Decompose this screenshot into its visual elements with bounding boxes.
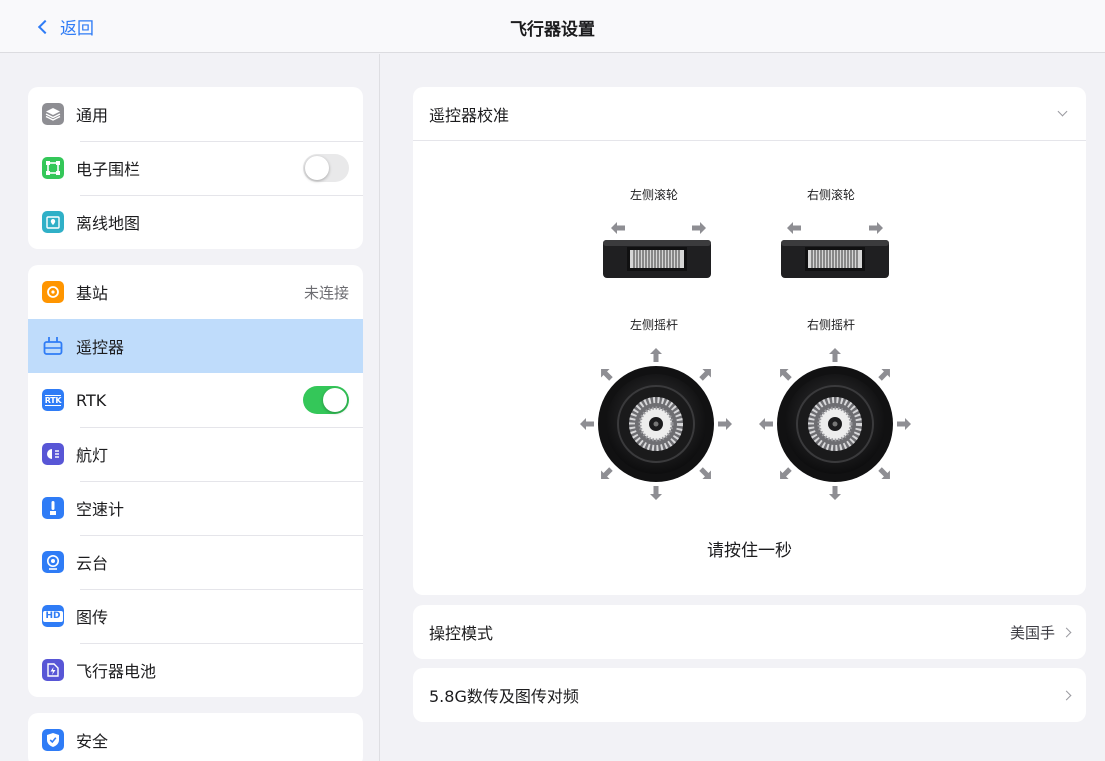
- sidebar-item-label: RTK: [76, 390, 107, 410]
- sidebar-item-nav-light[interactable]: 航灯: [28, 427, 363, 481]
- left-stick-label: 左侧摇杆: [629, 318, 678, 332]
- sidebar-group-general: 通用 电子围栏 离线地图: [28, 87, 363, 249]
- sidebar-item-rtk[interactable]: RTK RTK: [28, 373, 363, 427]
- sidebar-item-label: 离线地图: [76, 214, 141, 233]
- sidebar-item-geofence[interactable]: 电子围栏: [28, 141, 363, 195]
- right-stick-label: 右侧摇杆: [806, 318, 855, 332]
- sidebar-item-label: 安全: [76, 732, 109, 751]
- frequency-pairing-row[interactable]: 5.8G数传及图传对频: [413, 668, 1086, 722]
- hd-icon-text: HD: [43, 610, 63, 622]
- nav-light-icon: [42, 443, 64, 465]
- sidebar-item-image-transmission[interactable]: HD 图传: [28, 589, 363, 643]
- sidebar-item-base-station[interactable]: 基站 未连接: [28, 265, 363, 319]
- toggle-knob: [323, 388, 347, 412]
- shield-icon: [42, 729, 64, 751]
- control-mode-row[interactable]: 操控模式 美国手: [413, 605, 1086, 659]
- frequency-pairing-label: 5.8G数传及图传对频: [429, 687, 579, 706]
- frequency-pairing-card: 5.8G数传及图传对频: [413, 668, 1086, 722]
- sidebar: 通用 电子围栏 离线地图 基站 未连接 遥控器 RTK RTK 航灯 空速计 云…: [0, 54, 380, 761]
- rtk-icon-text: RTK: [44, 394, 62, 406]
- calibration-hint: 请按住一秒: [707, 541, 792, 561]
- rtk-icon: RTK: [42, 389, 64, 411]
- sidebar-item-label: 飞行器电池: [76, 662, 157, 681]
- base-station-status: 未连接: [303, 283, 349, 302]
- chevron-down-icon: [1057, 106, 1068, 117]
- sidebar-item-gimbal[interactable]: 云台: [28, 535, 363, 589]
- sidebar-item-label: 遥控器: [76, 338, 125, 357]
- sidebar-item-remote-controller[interactable]: 遥控器: [28, 319, 363, 373]
- controller-diagram: [413, 222, 1086, 595]
- hd-transmission-icon: HD: [42, 605, 64, 627]
- map-icon: [42, 211, 64, 233]
- sidebar-group-safety: 安全: [28, 713, 363, 761]
- geofence-icon: [42, 157, 64, 179]
- sidebar-item-general[interactable]: 通用: [28, 87, 363, 141]
- chevron-right-icon: [1061, 690, 1072, 700]
- sidebar-item-airspeed[interactable]: 空速计: [28, 481, 363, 535]
- rtk-toggle[interactable]: [303, 386, 349, 414]
- remote-controller-icon: [42, 335, 64, 357]
- navigation-bar: 返回 飞行器设置: [0, 0, 1105, 53]
- calibration-header[interactable]: 遥控器校准: [413, 87, 1086, 141]
- sidebar-item-label: 通用: [76, 106, 109, 125]
- battery-icon: [42, 659, 64, 681]
- right-wheel-label: 右侧滚轮: [806, 188, 855, 202]
- control-mode-card: 操控模式 美国手: [413, 605, 1086, 659]
- base-station-icon: [42, 281, 64, 303]
- control-mode-value: 美国手: [1009, 623, 1055, 642]
- sidebar-item-offline-map[interactable]: 离线地图: [28, 195, 363, 249]
- toggle-knob: [305, 156, 329, 180]
- geofence-toggle[interactable]: [303, 154, 349, 182]
- sidebar-item-label: 云台: [76, 554, 109, 573]
- calibration-title: 遥控器校准: [429, 105, 510, 125]
- sidebar-item-aircraft-battery[interactable]: 飞行器电池: [28, 643, 363, 697]
- sidebar-item-label: 图传: [76, 608, 109, 627]
- sidebar-item-label: 基站: [76, 284, 109, 303]
- control-mode-label: 操控模式: [429, 624, 494, 643]
- sidebar-item-safety[interactable]: 安全: [28, 713, 363, 761]
- gimbal-icon: [42, 551, 64, 573]
- page-title: 飞行器设置: [510, 20, 595, 40]
- calibration-card: 遥控器校准 左侧滚轮 右侧滚轮 左侧摇杆 右侧摇杆 请按住一秒: [413, 87, 1086, 595]
- airspeed-icon: [42, 497, 64, 519]
- sidebar-item-label: 航灯: [76, 446, 109, 465]
- left-wheel-label: 左侧滚轮: [629, 188, 678, 202]
- sidebar-item-label: 空速计: [76, 500, 125, 519]
- chevron-right-icon: [1061, 627, 1072, 637]
- layers-icon: [42, 103, 64, 125]
- sidebar-group-devices: 基站 未连接 遥控器 RTK RTK 航灯 空速计 云台 HD 图传 飞行器电池: [28, 265, 363, 697]
- sidebar-item-label: 电子围栏: [76, 160, 141, 179]
